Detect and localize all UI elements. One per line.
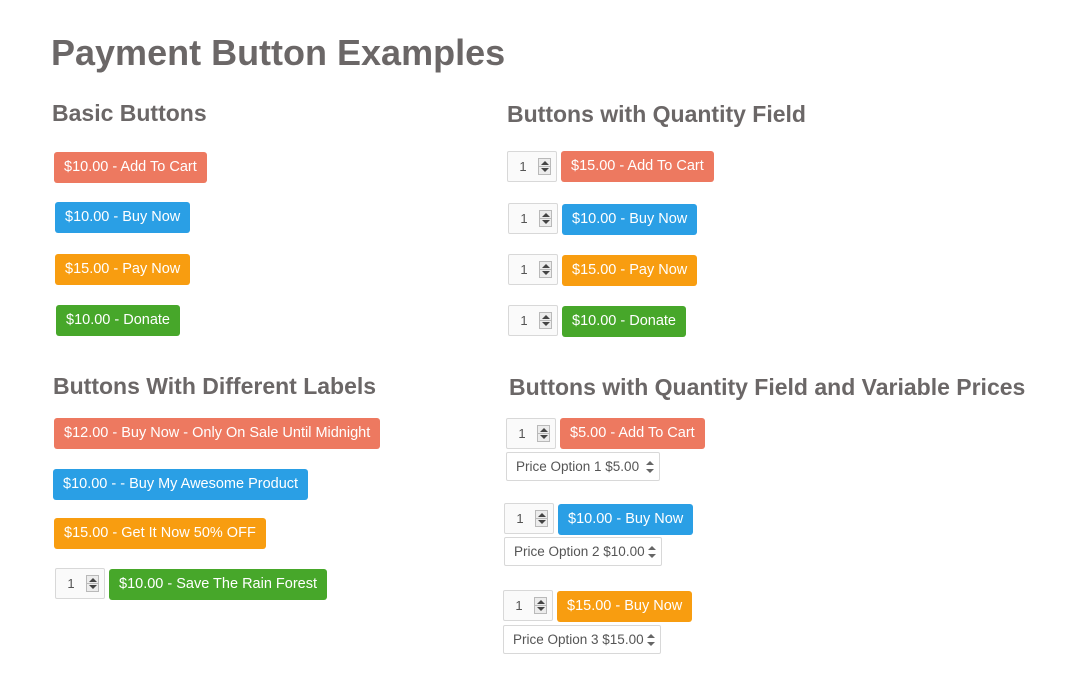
select-arrows-icon bbox=[646, 461, 654, 473]
spinner-icon[interactable] bbox=[537, 425, 550, 442]
select-arrows-icon bbox=[648, 546, 656, 558]
page-title: Payment Button Examples bbox=[51, 32, 506, 73]
quantity-value: 1 bbox=[519, 159, 527, 174]
spinner-icon[interactable] bbox=[539, 312, 552, 329]
quantity-stepper[interactable]: 1 bbox=[508, 254, 558, 285]
spinner-icon[interactable] bbox=[539, 210, 552, 227]
get-it-now-button[interactable]: $15.00 - Get It Now 50% OFF bbox=[54, 518, 266, 549]
quantity-stepper[interactable]: 1 bbox=[504, 503, 554, 534]
quantity-stepper[interactable]: 1 bbox=[55, 568, 105, 599]
quantity-value: 1 bbox=[520, 313, 528, 328]
quantity-value: 1 bbox=[516, 511, 524, 526]
quantity-value: 1 bbox=[518, 426, 526, 441]
quantity-buttons-heading: Buttons with Quantity Field bbox=[507, 101, 806, 127]
qty-add-to-cart-button[interactable]: $15.00 - Add To Cart bbox=[561, 151, 714, 182]
price-option-value: Price Option 1 $5.00 bbox=[516, 459, 640, 474]
variable-prices-heading: Buttons with Quantity Field and Variable… bbox=[509, 374, 1026, 400]
quantity-stepper[interactable]: 1 bbox=[506, 418, 556, 449]
basic-pay-now-button[interactable]: $15.00 - Pay Now bbox=[55, 254, 191, 285]
quantity-value: 1 bbox=[515, 598, 523, 613]
quantity-stepper[interactable]: 1 bbox=[503, 590, 553, 621]
var-buy-now-button[interactable]: $15.00 - Buy Now bbox=[557, 591, 693, 622]
var-add-to-cart-button[interactable]: $5.00 - Add To Cart bbox=[560, 418, 705, 449]
different-labels-heading: Buttons With Different Labels bbox=[53, 373, 377, 399]
spinner-icon[interactable] bbox=[539, 261, 552, 278]
quantity-value: 1 bbox=[520, 211, 528, 226]
buy-awesome-product-button[interactable]: $10.00 - - Buy My Awesome Product bbox=[53, 469, 309, 500]
price-option-select[interactable]: Price Option 2 $10.00 bbox=[504, 537, 662, 566]
price-option-select[interactable]: Price Option 1 $5.00 bbox=[506, 452, 660, 481]
qty-donate-button[interactable]: $10.00 - Donate bbox=[562, 306, 686, 337]
buy-now-sale-button[interactable]: $12.00 - Buy Now - Only On Sale Until Mi… bbox=[54, 418, 381, 449]
basic-buttons-heading: Basic Buttons bbox=[52, 100, 207, 126]
quantity-stepper[interactable]: 1 bbox=[508, 203, 558, 234]
spinner-icon[interactable] bbox=[534, 597, 547, 614]
select-arrows-icon bbox=[647, 634, 655, 646]
quantity-stepper[interactable]: 1 bbox=[508, 305, 558, 336]
price-option-value: Price Option 2 $10.00 bbox=[514, 544, 645, 559]
var-buy-now-button[interactable]: $10.00 - Buy Now bbox=[558, 504, 694, 535]
qty-pay-now-button[interactable]: $15.00 - Pay Now bbox=[562, 255, 698, 286]
quantity-value: 1 bbox=[520, 262, 528, 277]
qty-buy-now-button[interactable]: $10.00 - Buy Now bbox=[562, 204, 698, 235]
save-rain-forest-button[interactable]: $10.00 - Save The Rain Forest bbox=[109, 569, 328, 600]
basic-buy-now-button[interactable]: $10.00 - Buy Now bbox=[55, 202, 191, 233]
spinner-icon[interactable] bbox=[86, 575, 99, 592]
basic-add-to-cart-button[interactable]: $10.00 - Add To Cart bbox=[54, 152, 207, 183]
spinner-icon[interactable] bbox=[538, 158, 551, 175]
spinner-icon[interactable] bbox=[535, 510, 548, 527]
quantity-value: 1 bbox=[67, 576, 75, 591]
quantity-stepper[interactable]: 1 bbox=[507, 151, 557, 182]
basic-donate-button[interactable]: $10.00 - Donate bbox=[56, 305, 180, 336]
price-option-select[interactable]: Price Option 3 $15.00 bbox=[503, 625, 661, 654]
price-option-value: Price Option 3 $15.00 bbox=[513, 632, 644, 647]
